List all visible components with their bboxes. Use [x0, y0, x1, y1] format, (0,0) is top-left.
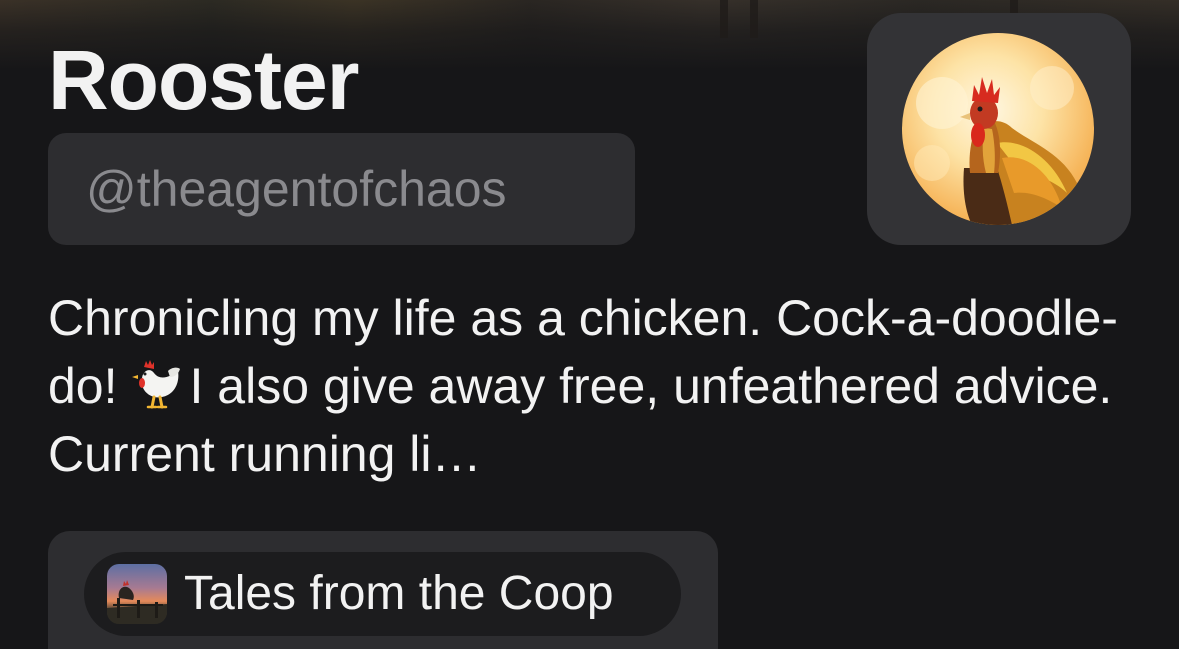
- publication-name: Tales from the Coop: [184, 567, 614, 620]
- handle-text: @theagentofchaos: [86, 161, 507, 217]
- rooster-emoji-icon: [124, 358, 184, 409]
- fence-post-shape: [720, 0, 728, 38]
- rooster-sunset-thumbnail-icon: [107, 564, 167, 624]
- bio-text-part-2: I also give away free, unfeathered advic…: [48, 358, 1113, 482]
- display-name: Rooster: [48, 33, 359, 127]
- profile-screen: Rooster @theagentofchaos Chronicling my …: [0, 0, 1179, 649]
- publication-card: Tales from the Coop: [48, 531, 718, 649]
- avatar-button[interactable]: [867, 13, 1131, 245]
- fence-post-shape: [750, 0, 758, 38]
- rooster-avatar-icon: [902, 33, 1094, 225]
- publication-chip[interactable]: Tales from the Coop: [84, 552, 681, 636]
- handle-pill[interactable]: @theagentofchaos: [48, 133, 635, 245]
- bio-text: Chronicling my life as a chicken. Cock-a…: [48, 284, 1148, 488]
